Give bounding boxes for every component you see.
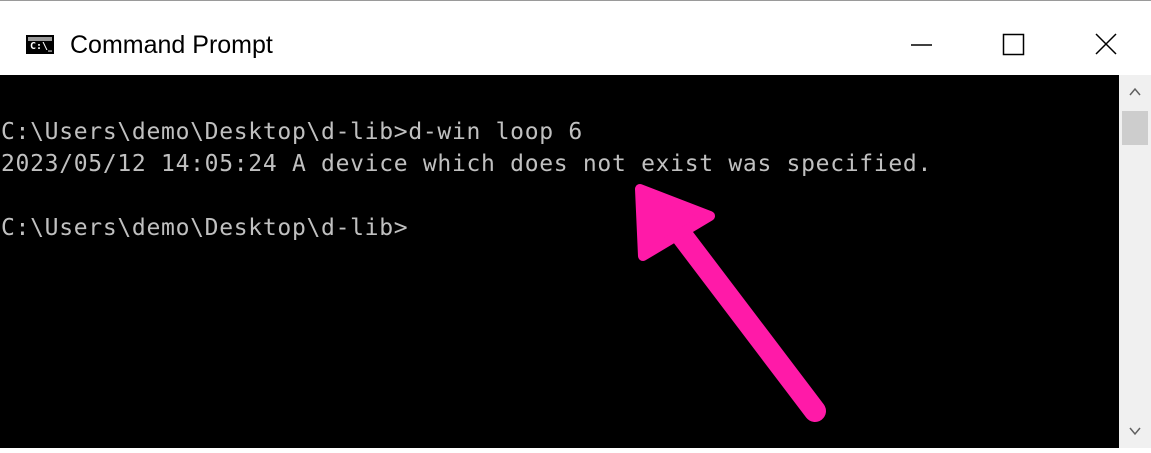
chevron-down-icon bbox=[1129, 427, 1141, 436]
minimize-icon bbox=[911, 44, 932, 46]
minimize-button[interactable] bbox=[875, 13, 967, 75]
console-line-command: C:\Users\demo\Desktop\d-lib>d-win loop 6 bbox=[1, 119, 583, 145]
arrow-annotation-icon bbox=[635, 184, 826, 422]
scroll-down-button[interactable] bbox=[1119, 414, 1151, 448]
scroll-up-button[interactable] bbox=[1119, 75, 1151, 109]
close-button[interactable] bbox=[1059, 13, 1151, 75]
vertical-scrollbar[interactable] bbox=[1119, 75, 1151, 448]
scroll-thumb[interactable] bbox=[1122, 111, 1148, 145]
maximize-icon bbox=[1002, 33, 1025, 56]
maximize-button[interactable] bbox=[967, 13, 1059, 75]
command-prompt-window: C:\_ Command Prompt C:\Users\demo\Deskto… bbox=[0, 0, 1151, 448]
console-line-prompt: C:\Users\demo\Desktop\d-lib> bbox=[1, 215, 409, 241]
chevron-up-icon bbox=[1129, 87, 1141, 96]
console-output[interactable]: C:\Users\demo\Desktop\d-lib>d-win loop 6… bbox=[0, 75, 1119, 448]
cmd-icon[interactable]: C:\_ bbox=[26, 35, 54, 54]
window-title: Command Prompt bbox=[70, 31, 273, 59]
title-bar[interactable]: C:\_ Command Prompt bbox=[0, 13, 1151, 75]
close-icon bbox=[1095, 33, 1117, 55]
